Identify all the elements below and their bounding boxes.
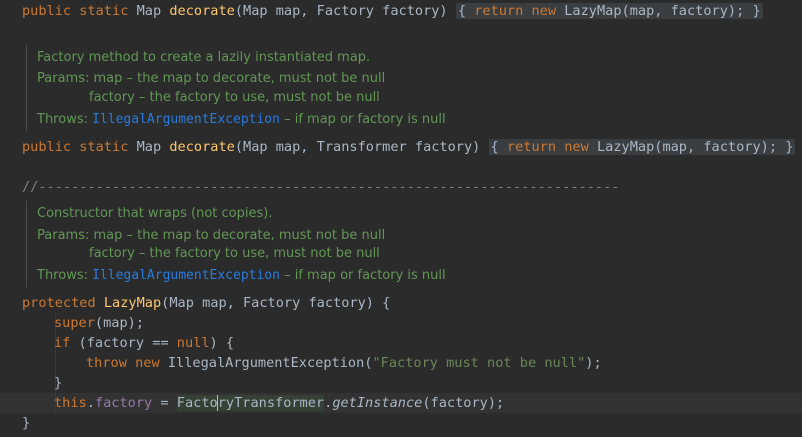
params: (Map map, Transformer factory) (234, 139, 481, 155)
constructor-name: LazyMap (103, 295, 162, 311)
code-text: (map); (94, 315, 145, 331)
code-line-if[interactable]: if (factory == null) { (54, 333, 234, 353)
keyword: return (506, 139, 557, 155)
keyword: return (474, 3, 524, 19)
doc-throws-line: Throws: IllegalArgumentException – if ma… (37, 111, 446, 129)
code-line-this-factory[interactable]: this.factory = FactoryTransformer.getIns… (54, 393, 504, 413)
doc-params-label: Params: (37, 71, 90, 86)
code-line-super[interactable]: super(map); (54, 313, 144, 333)
keyword: public static (22, 3, 129, 19)
doc-param: map – the map to decorate, must not be n… (93, 228, 386, 243)
params: (Map map, Factory factory) (234, 3, 448, 19)
folded-body[interactable]: { return new LazyMap(map, factory); } (455, 3, 763, 19)
code-line-close-constructor[interactable]: } (22, 413, 30, 433)
code-text: . (86, 395, 95, 411)
doc-param: factory – the factory to use, must not b… (89, 90, 380, 105)
method-name: decorate (169, 139, 235, 155)
doc-params-line: Params: map – the map to decorate, must … (37, 70, 385, 88)
code-line-close-if[interactable]: } (54, 373, 62, 393)
type-name: Map (136, 139, 162, 155)
code-text: Facto (176, 395, 218, 411)
keyword: super (54, 315, 95, 331)
javadoc-decorate-factory[interactable]: Factory method to create a lazily instan… (26, 45, 446, 131)
keyword: new (531, 3, 557, 19)
fold-open: { (457, 3, 466, 19)
code-line-decorate-transformer[interactable]: public static Map decorate(Map map, Tran… (22, 137, 796, 157)
keyword: new (564, 139, 589, 155)
code-editor[interactable]: public static Map decorate(Map map, Fact… (0, 0, 802, 437)
keyword: public static (22, 139, 129, 155)
keyword: new (135, 355, 160, 371)
doc-summary: Constructor that wraps (not copies). (37, 206, 273, 221)
code-line-throw[interactable]: throw new IllegalArgumentException("Fact… (86, 353, 602, 373)
doc-throws-line: Throws: IllegalArgumentException – if ma… (37, 267, 446, 285)
fold-open: { (490, 139, 499, 155)
exception-link[interactable]: IllegalArgumentException (92, 112, 280, 127)
code-text: ryTransformer (217, 395, 325, 411)
folded-body[interactable]: { return new LazyMap(map, factory); } (488, 139, 796, 155)
keyword: if (54, 335, 71, 351)
keyword: throw (86, 355, 127, 371)
keyword: this (54, 395, 87, 411)
keyword: protected (22, 295, 96, 311)
code-text: ) { (209, 335, 235, 351)
doc-param: factory – the factory to use, must not b… (89, 246, 380, 261)
javadoc-constructor[interactable]: Constructor that wraps (not copies). Par… (26, 201, 446, 287)
doc-throws-label: Throws: (37, 112, 88, 127)
code-text: = (152, 395, 177, 411)
string-literal: "Factory must not be null" (372, 355, 586, 371)
code-line-constructor[interactable]: protected LazyMap(Map map, Factory facto… (22, 293, 390, 313)
keyword: null (176, 335, 210, 351)
method-name: decorate (169, 3, 235, 19)
fold-body: LazyMap(map, factory); (564, 3, 745, 19)
doc-params-label: Params: (37, 228, 90, 243)
params: (Map map, Factory factory) { (161, 295, 391, 311)
field-name: factory (94, 395, 153, 411)
doc-throws-text: – if map or factory is null (279, 112, 446, 127)
separator-comment: //--------------------------------------… (22, 179, 620, 195)
code-text: (factory); (422, 395, 505, 411)
exception-link[interactable]: IllegalArgumentException (92, 268, 280, 283)
identifier-highlight[interactable]: FactoryTransformer (176, 395, 325, 411)
doc-param: map – the map to decorate, must not be n… (93, 71, 386, 86)
code-line-decorate-factory[interactable]: public static Map decorate(Map map, Fact… (22, 1, 763, 21)
type-name: Map (136, 3, 162, 19)
code-text: ); (585, 355, 602, 371)
fold-close: } (785, 139, 794, 155)
code-text: IllegalArgumentException( (159, 355, 373, 371)
doc-throws-text: – if map or factory is null (279, 268, 446, 283)
static-method-call: getInstance (332, 395, 423, 411)
doc-params-line: Params: map – the map to decorate, must … (37, 227, 385, 245)
doc-summary: Factory method to create a lazily instan… (37, 50, 371, 65)
doc-throws-label: Throws: (37, 268, 88, 283)
fold-body: LazyMap(map, factory); (596, 139, 778, 155)
fold-close: } (752, 3, 761, 19)
code-text: (factory == (70, 335, 177, 351)
